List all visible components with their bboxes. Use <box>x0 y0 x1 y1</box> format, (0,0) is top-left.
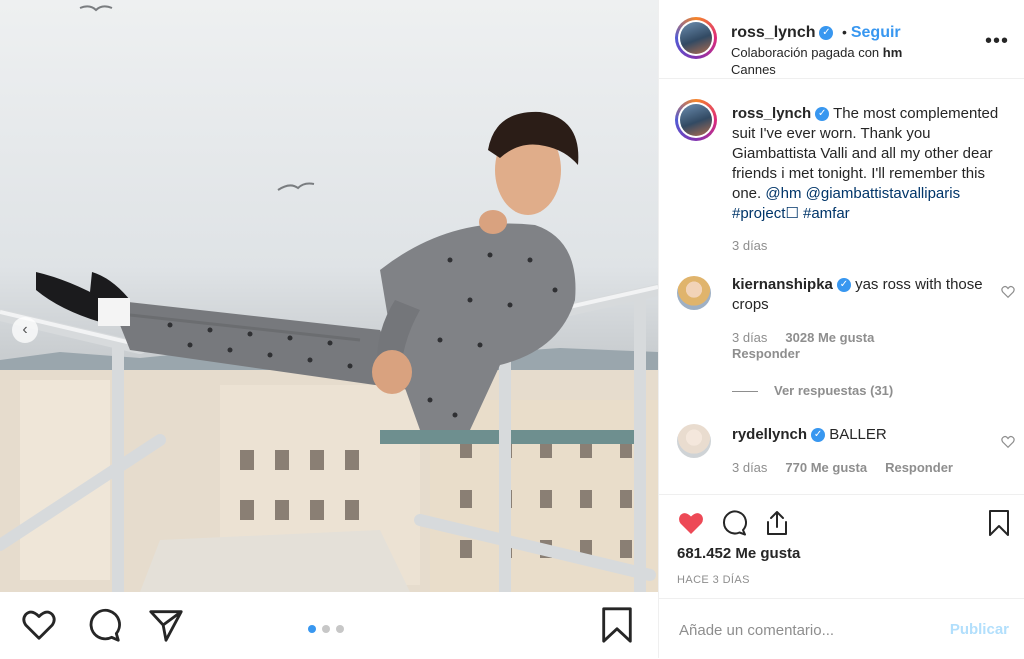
comment-time: 3 días <box>732 330 768 345</box>
post-header: ross_lynch ✓ • Seguir Colaboración pagada … <box>659 0 1024 79</box>
verified-icon: ✓ <box>815 107 830 122</box>
post-actions: 681.452 Me gusta HACE 3 DÍAS <box>659 494 1024 599</box>
separator-dot: • <box>841 24 847 40</box>
partner-link[interactable]: hm <box>883 45 903 60</box>
like-comment-icon[interactable] <box>1001 285 1015 299</box>
hashtag-link[interactable]: #amfar <box>803 205 850 222</box>
likes-count[interactable]: 681.452 Me gusta <box>677 545 800 562</box>
upload-share-icon[interactable] <box>763 509 791 537</box>
caption-time: 3 días <box>732 238 768 253</box>
avatar[interactable] <box>677 424 711 458</box>
chevron-left-icon: ‹ <box>22 321 28 338</box>
paid-partnership-label: Colaboración pagada con <box>731 45 880 60</box>
view-replies-label: Ver respuestas (31) <box>774 383 894 398</box>
heart-outline-icon[interactable] <box>20 606 58 644</box>
follow-button[interactable]: Seguir <box>851 24 901 41</box>
mention-link[interactable]: @hm <box>765 185 801 202</box>
verified-icon: ✓ <box>836 278 851 293</box>
comment-icon[interactable] <box>720 509 748 537</box>
post-timestamp: HACE 3 DÍAS <box>677 574 750 586</box>
location-link[interactable]: Cannes <box>731 62 776 77</box>
hashtag-link[interactable]: #project☐ <box>732 205 799 222</box>
like-comment-icon[interactable] <box>1001 435 1015 449</box>
comment-text: kiernanshipka ✓ yas ross with those crops <box>732 275 1012 315</box>
author-username[interactable]: ross_lynch <box>731 24 815 41</box>
caption-text: ross_lynch ✓ The most complemented suit I… <box>732 104 1012 224</box>
carousel-dot-active <box>308 625 316 633</box>
carousel-dot <box>322 625 330 633</box>
reply-button[interactable]: Responder <box>885 460 953 475</box>
comment-text: rydellynch ✓ BALLER <box>732 425 1012 445</box>
paid-partnership: Colaboración pagada con hm <box>731 45 902 60</box>
comment-input[interactable] <box>677 617 931 643</box>
verified-icon: ✓ <box>811 428 826 443</box>
comments-list: ross_lynch ✓ The most complemented suit I… <box>659 79 1024 494</box>
bookmark-icon[interactable] <box>985 509 1013 537</box>
comment-meta: 3 días 3028 Me gusta <box>732 330 874 345</box>
photo-scene <box>0 5 658 592</box>
comment-username[interactable]: rydellynch <box>732 426 807 443</box>
caption-username[interactable]: ross_lynch <box>732 105 811 122</box>
comment-icon[interactable] <box>85 606 123 644</box>
reply-button[interactable]: Responder <box>732 346 800 361</box>
post-photo[interactable]: ‹ <box>0 0 658 592</box>
share-icon[interactable] <box>147 606 185 644</box>
comment-likes[interactable]: 770 Me gusta <box>785 460 867 475</box>
carousel-prev-button[interactable]: ‹ <box>12 317 38 343</box>
mention-link[interactable]: @giambattistavalliparis <box>806 185 960 202</box>
view-replies-button[interactable]: Ver respuestas (31) <box>732 383 893 398</box>
avatar[interactable] <box>677 276 711 310</box>
comment-body: BALLER <box>829 426 887 443</box>
more-horizontal-icon[interactable]: ••• <box>985 30 1009 53</box>
carousel-indicator <box>308 625 344 633</box>
post-side-panel: ross_lynch ✓ • Seguir Colaboración pagada … <box>658 0 1024 658</box>
comment-composer: Publicar <box>659 598 1024 659</box>
verified-icon: ✓ <box>819 25 834 40</box>
comment-time: 3 días <box>732 460 768 475</box>
comment-meta: 3 días 770 Me gusta Responder <box>732 460 953 475</box>
heart-filled-icon[interactable] <box>677 509 705 537</box>
comment-likes[interactable]: 3028 Me gusta <box>785 330 874 345</box>
carousel-dot <box>336 625 344 633</box>
bookmark-icon[interactable] <box>598 606 636 644</box>
comment-username[interactable]: kiernanshipka <box>732 276 833 293</box>
publish-button[interactable]: Publicar <box>950 621 1009 638</box>
avatar[interactable] <box>675 99 717 141</box>
avatar[interactable] <box>675 17 717 59</box>
